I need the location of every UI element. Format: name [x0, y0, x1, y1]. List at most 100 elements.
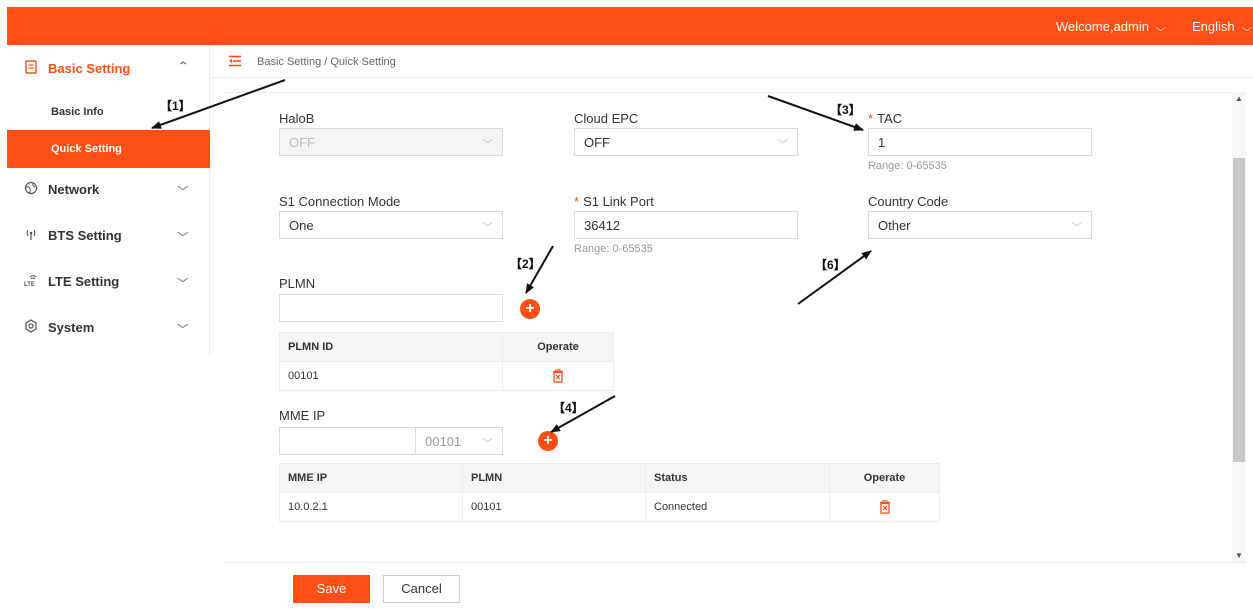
- scroll-down-arrow-icon[interactable]: ▼: [1235, 551, 1243, 560]
- gear-icon: [24, 319, 38, 333]
- sidebar-item-label: Basic Setting: [48, 61, 131, 76]
- document-icon: [24, 60, 38, 74]
- input-value: 1: [878, 135, 886, 150]
- scroll-up-arrow-icon[interactable]: ▲: [1235, 94, 1243, 103]
- plmn-cell: 00101: [462, 492, 646, 522]
- chevron-down-icon: ⌵: [177, 274, 189, 285]
- sidebar-item-label: Quick Setting: [51, 143, 122, 155]
- sidebar-item-label: System: [48, 320, 95, 335]
- operate-cell: [502, 361, 614, 391]
- chevron-down-icon: ⌵: [177, 228, 189, 239]
- cancel-button[interactable]: Cancel: [383, 575, 460, 603]
- globe-icon: [24, 181, 38, 195]
- sidebar-item-quick-setting[interactable]: Quick Setting: [7, 130, 210, 168]
- mme-plmn-select[interactable]: 00101 ⌵: [415, 427, 503, 455]
- column-header-mme-ip: MME IP: [279, 463, 463, 493]
- column-header-plmn: PLMN: [462, 463, 646, 493]
- sidebar-item-lte-setting[interactable]: LTE LTE Setting ⌵: [7, 266, 210, 296]
- column-header-operate: Operate: [502, 332, 614, 362]
- chevron-down-icon: ⌵: [1241, 23, 1252, 34]
- mme-ip-label: MME IP: [279, 408, 326, 423]
- chevron-down-icon: ⌵: [1071, 218, 1083, 229]
- add-plmn-button[interactable]: +: [520, 299, 540, 319]
- table-header-row: PLMN ID Operate: [279, 332, 614, 362]
- chevron-down-icon: ⌵: [777, 135, 789, 146]
- plmn-input[interactable]: [279, 294, 503, 322]
- chevron-down-icon: ⌵: [482, 135, 494, 146]
- s1-port-range-hint: Range: 0-65535: [574, 243, 653, 255]
- save-button[interactable]: Save: [293, 575, 370, 603]
- breadcrumb-text: Basic Setting / Quick Setting: [257, 56, 396, 68]
- sidebar: Basic Setting ⌃ Basic Info Quick Setting…: [7, 45, 210, 355]
- table-header-row: MME IP PLMN Status Operate: [279, 463, 940, 493]
- chevron-down-icon: ⌵: [177, 182, 189, 193]
- column-header-status: Status: [645, 463, 830, 493]
- sidebar-item-label: BTS Setting: [48, 228, 122, 243]
- annotation-2: 【2】: [510, 257, 541, 271]
- tac-label: * TAC: [868, 111, 903, 126]
- s1-mode-select[interactable]: One ⌵: [279, 211, 503, 239]
- plmn-label: PLMN: [279, 276, 316, 291]
- plmn-table: PLMN ID Operate 00101: [279, 332, 614, 391]
- cloud-epc-select[interactable]: OFF ⌵: [574, 128, 798, 156]
- select-value: 00101: [425, 434, 462, 449]
- column-header-operate: Operate: [829, 463, 940, 493]
- select-value: Other: [878, 218, 911, 233]
- sidebar-item-basic-setting[interactable]: Basic Setting ⌃: [7, 53, 210, 83]
- breadcrumb: Basic Setting / Quick Setting: [211, 46, 1253, 78]
- antenna-icon: [24, 227, 38, 241]
- tac-input[interactable]: 1: [868, 128, 1092, 156]
- welcome-text: Welcome,admin: [1056, 19, 1149, 34]
- halob-label: HaloB: [279, 111, 315, 126]
- mme-ip-cell: 10.0.2.1: [279, 492, 463, 522]
- chevron-down-icon: ⌵: [482, 218, 494, 229]
- delete-icon[interactable]: [878, 500, 892, 514]
- annotation-6: 【6】: [815, 258, 846, 272]
- country-code-select[interactable]: Other ⌵: [868, 211, 1092, 239]
- column-header-plmn-id: PLMN ID: [279, 332, 503, 362]
- s1-mode-label: S1 Connection Mode: [279, 194, 401, 209]
- mme-ip-input[interactable]: [279, 427, 416, 455]
- chevron-up-icon: ⌃: [177, 61, 190, 72]
- s1-port-input[interactable]: 36412: [574, 211, 798, 239]
- status-cell: Connected: [645, 492, 830, 522]
- sidebar-item-system[interactable]: System ⌵: [7, 312, 210, 342]
- table-row: 10.0.2.1 00101 Connected: [279, 492, 940, 522]
- app-root: Welcome,admin ⌵ English ⌵ Basic Setting ⌃ …: [0, 0, 1253, 609]
- select-value: OFF: [584, 135, 610, 150]
- halob-select[interactable]: OFF ⌵: [279, 128, 503, 156]
- language-menu[interactable]: English ⌵: [1192, 19, 1252, 34]
- lte-signal-icon: LTE: [24, 273, 38, 288]
- quick-setting-form: HaloB OFF ⌵ Cloud EPC OFF ⌵ * TAC 1 Range…: [225, 92, 1245, 562]
- table-row: 00101: [279, 361, 614, 391]
- user-menu[interactable]: Welcome,admin ⌵: [1056, 19, 1166, 34]
- add-mme-ip-button[interactable]: +: [538, 431, 558, 451]
- scrollbar-thumb[interactable]: [1233, 158, 1245, 462]
- sidebar-item-label: LTE Setting: [48, 274, 120, 289]
- vertical-scrollbar[interactable]: ▲ ▼: [1232, 92, 1246, 562]
- cloud-epc-label: Cloud EPC: [574, 111, 639, 126]
- annotation-1: 【1】: [160, 99, 191, 113]
- sidebar-item-bts-setting[interactable]: BTS Setting ⌵: [7, 220, 210, 250]
- chevron-down-icon: ⌵: [482, 434, 494, 445]
- input-value: 36412: [584, 218, 621, 233]
- mme-table: MME IP PLMN Status Operate 10.0.2.1 0010…: [279, 463, 940, 522]
- annotation-4: 【4】: [553, 401, 584, 415]
- form-footer: Save Cancel: [225, 562, 1245, 609]
- svg-text:LTE: LTE: [24, 282, 35, 287]
- chevron-down-icon: ⌵: [177, 320, 189, 331]
- sidebar-item-label: Basic Info: [51, 106, 104, 118]
- annotation-3: 【3】: [830, 103, 861, 117]
- select-value: OFF: [289, 135, 315, 150]
- select-value: One: [289, 218, 314, 233]
- plmn-id-cell: 00101: [279, 361, 503, 391]
- language-text: English: [1192, 19, 1235, 34]
- sidebar-item-label: Network: [48, 182, 100, 197]
- s1-port-label: * S1 Link Port: [574, 194, 654, 209]
- tac-range-hint: Range: 0-65535: [868, 160, 947, 172]
- country-code-label: Country Code: [868, 194, 949, 209]
- operate-cell: [829, 492, 940, 522]
- delete-icon[interactable]: [551, 369, 565, 383]
- menu-fold-icon[interactable]: [228, 55, 242, 67]
- sidebar-item-network[interactable]: Network ⌵: [7, 174, 210, 204]
